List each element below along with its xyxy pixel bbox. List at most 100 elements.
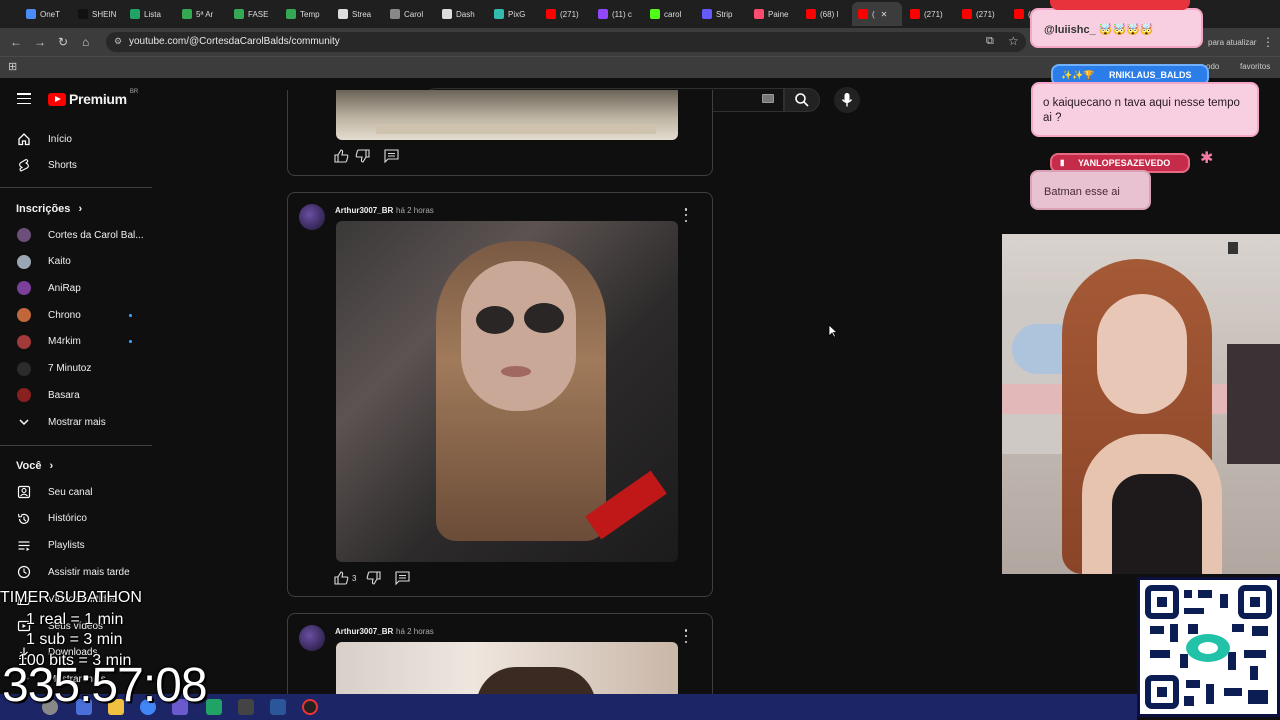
tab-favicon-icon <box>858 9 868 19</box>
sidebar-item-subscription[interactable]: M4rkim <box>0 329 150 355</box>
browser-tab[interactable]: (271) <box>540 2 590 26</box>
author-avatar[interactable] <box>299 204 325 230</box>
like-button[interactable] <box>334 147 349 165</box>
browser-tab[interactable]: 5ª Ar <box>176 2 226 26</box>
sidebar-item-subscription[interactable]: AniRap <box>0 275 150 301</box>
more-options-icon[interactable] <box>681 208 691 222</box>
post-image[interactable] <box>336 642 678 702</box>
browser-tab[interactable]: (11) c <box>592 2 642 26</box>
comment-button[interactable] <box>395 569 411 587</box>
watch-later-icon <box>16 564 32 580</box>
post-time[interactable]: há 2 horas <box>396 627 434 636</box>
sidebar-item-watch-later[interactable]: Assistir mais tarde <box>0 559 150 585</box>
chat-message-text: o kaiquecano n tava aqui nesse tempo ai … <box>1043 97 1240 124</box>
browser-tab[interactable]: PixG <box>488 2 538 26</box>
browser-tab[interactable]: Strip <box>696 2 746 26</box>
word-icon[interactable] <box>270 699 286 715</box>
apps-grid-icon[interactable]: ⊞ <box>8 60 17 73</box>
browser-tab[interactable]: Lista <box>124 2 174 26</box>
browser-tab[interactable]: (271) <box>904 2 954 26</box>
post-image[interactable] <box>336 221 678 562</box>
browser-tab[interactable]: Strea <box>332 2 382 26</box>
channel-avatar <box>16 280 32 296</box>
obs-icon[interactable] <box>302 699 318 715</box>
tab-label: carol <box>664 9 682 19</box>
tab-label: SHEIN <box>92 9 117 19</box>
reload-icon[interactable]: ↻ <box>58 35 68 49</box>
subscriptions-header[interactable]: Inscrições › <box>16 203 82 215</box>
sidebar-item-playlists[interactable]: Playlists <box>0 533 150 559</box>
browser-tab[interactable]: carol <box>644 2 694 26</box>
home-browser-icon[interactable]: ⌂ <box>82 35 89 49</box>
browser-tab[interactable]: (68) l <box>800 2 850 26</box>
post-image[interactable] <box>336 90 678 140</box>
sidebar-item-history[interactable]: Histórico <box>0 506 150 532</box>
back-icon[interactable]: ← <box>10 35 22 49</box>
sidebar-item-subscription[interactable]: Kaito <box>0 249 150 275</box>
post-time[interactable]: há 2 horas <box>396 206 434 215</box>
browser-menu-icon[interactable]: ⋮ <box>1262 35 1274 49</box>
qr-code[interactable] <box>1137 577 1280 717</box>
url-field[interactable]: ⚙ youtube.com/@CortesdaCarolBalds/commun… <box>106 32 1026 52</box>
sidebar-item-subscription[interactable]: Chrono <box>0 302 150 328</box>
post-author[interactable]: Arthur3007_BR <box>335 206 393 215</box>
whatsapp-icon[interactable] <box>206 699 222 715</box>
search-icon <box>795 93 809 107</box>
search-button[interactable] <box>784 88 820 112</box>
tab-favicon-icon <box>182 9 192 19</box>
keyboard-icon[interactable] <box>762 94 774 103</box>
tab-label: Strip <box>716 9 733 19</box>
you-header[interactable]: Você › <box>16 460 53 472</box>
post-author[interactable]: Arthur3007_BR <box>335 627 393 636</box>
browser-tab[interactable]: (✕ <box>852 2 902 26</box>
voice-search-button[interactable] <box>834 87 860 113</box>
forward-icon[interactable]: → <box>34 35 46 49</box>
browser-tab[interactable]: Paine <box>748 2 798 26</box>
chat-message-text: @luiishc_ 🤯🤯🤯🤯 <box>1044 24 1154 36</box>
sidebar-item-label: Seu canal <box>48 486 93 498</box>
site-info-icon[interactable]: ⚙ <box>114 36 122 47</box>
close-tab-icon[interactable]: ✕ <box>881 10 888 19</box>
browser-tab[interactable]: Dash <box>436 2 486 26</box>
browser-tab[interactable]: Carol <box>384 2 434 26</box>
show-more-subscriptions[interactable]: Mostrar mais <box>0 409 150 435</box>
like-button[interactable]: 3 <box>334 569 356 587</box>
channel-avatar <box>16 307 32 323</box>
install-icon[interactable]: ⧉ <box>986 35 994 48</box>
tab-label: Paine <box>768 9 789 19</box>
browser-tab[interactable]: SHEIN <box>72 2 122 26</box>
browser-tab[interactable]: Temp <box>280 2 330 26</box>
more-options-icon[interactable] <box>681 629 691 643</box>
thumbs-up-icon <box>334 149 349 163</box>
tab-label: Carol <box>404 9 424 19</box>
chevron-down-icon <box>16 414 32 430</box>
dislike-button[interactable] <box>355 147 370 165</box>
browser-tab[interactable]: (271) <box>956 2 1006 26</box>
sidebar-item-subscription[interactable]: 7 Minutoz <box>0 356 150 382</box>
channel-avatar <box>16 387 32 403</box>
sidebar-item-label: Mostrar mais <box>48 416 106 428</box>
sidebar-item-inicio[interactable]: Início <box>0 126 150 152</box>
browser-tab[interactable]: FASE <box>228 2 278 26</box>
dislike-button[interactable] <box>366 569 382 587</box>
youtube-logo[interactable]: Premium BR <box>48 89 138 107</box>
sidebar-item-subscription[interactable]: Cortes da Carol Bal... <box>0 222 150 248</box>
bookmark-star-icon[interactable]: ☆ <box>1008 34 1019 48</box>
author-avatar[interactable] <box>299 625 325 651</box>
tab-label: PixG <box>508 9 526 19</box>
all-bookmarks-link[interactable]: favoritos <box>1240 62 1270 71</box>
tab-favicon-icon <box>806 9 816 19</box>
update-text[interactable]: para atualizar <box>1208 38 1256 47</box>
sidebar-item-channel[interactable]: Seu canal <box>0 479 150 505</box>
subscriptions-header-label: Inscrições <box>16 203 71 215</box>
sidebar-item-shorts[interactable]: Shorts <box>0 152 150 178</box>
browser-tab[interactable]: OneT <box>20 2 70 26</box>
sidebar-item-label: Cortes da Carol Bal... <box>48 229 144 241</box>
sidebar-item-subscription[interactable]: Basara <box>0 382 150 408</box>
hamburger-menu-icon[interactable] <box>17 93 31 104</box>
sparkle-icon: ✱ <box>1200 150 1214 167</box>
app-icon[interactable] <box>238 699 254 715</box>
sidebar-item-label: 7 Minutoz <box>48 363 92 374</box>
comment-button[interactable] <box>384 147 399 165</box>
sidebar-item-label: AniRap <box>48 282 81 294</box>
